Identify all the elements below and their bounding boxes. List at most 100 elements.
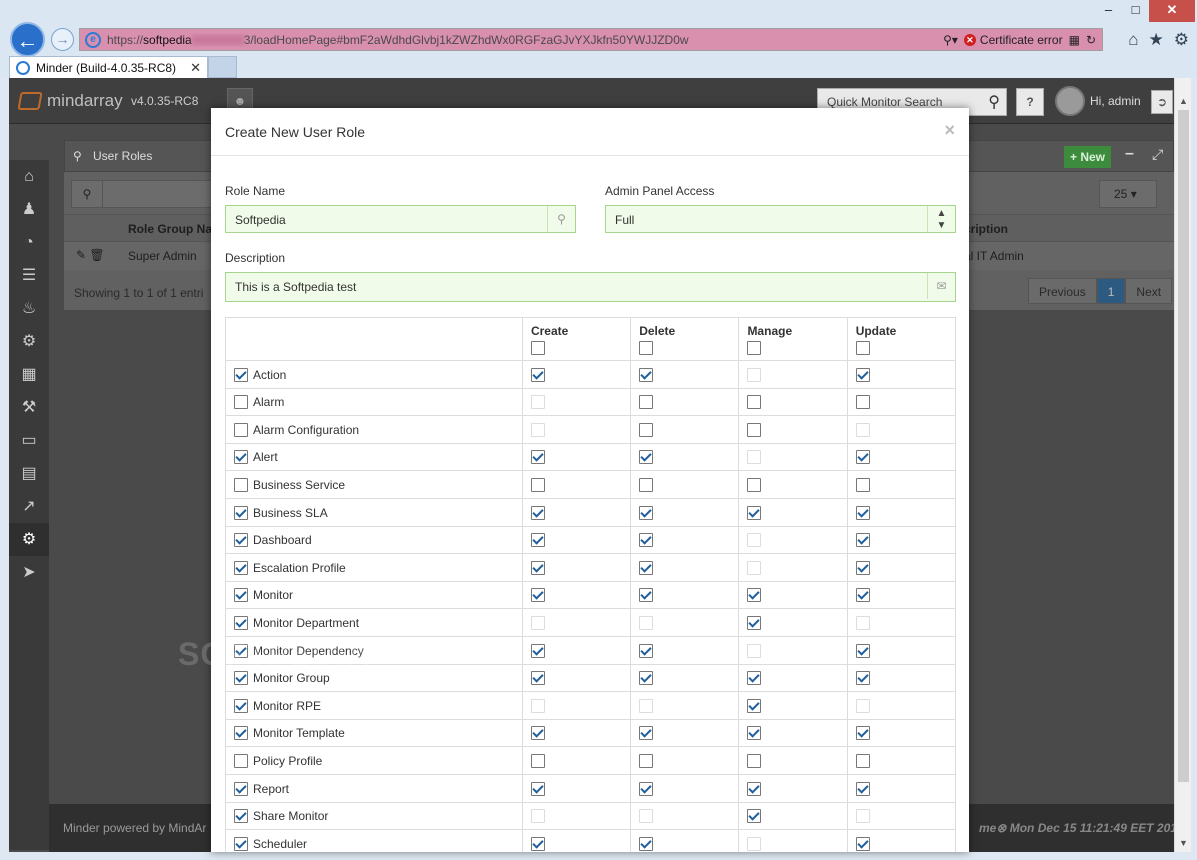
calendar-icon[interactable]: ▤ xyxy=(9,457,49,490)
page-1-button[interactable]: 1 xyxy=(1096,278,1126,304)
description-field[interactable]: This is a Softpedia test ✉ xyxy=(225,272,956,302)
update-checkbox[interactable] xyxy=(855,450,870,465)
create-checkbox[interactable] xyxy=(530,643,545,658)
create-checkbox[interactable] xyxy=(530,781,545,796)
minimize-panel-icon[interactable]: – xyxy=(1125,145,1134,163)
delete-checkbox[interactable] xyxy=(639,533,654,548)
permission-row-checkbox[interactable] xyxy=(234,754,248,769)
settings-gear-icon[interactable]: ⚙ xyxy=(1174,30,1189,50)
calculator-icon[interactable]: ▦ xyxy=(9,358,49,391)
gear-icon[interactable]: ⚙ xyxy=(9,325,49,358)
create-checkbox[interactable] xyxy=(530,560,545,575)
select-all-delete-checkbox[interactable] xyxy=(639,341,654,355)
minimize-button[interactable]: – xyxy=(1095,0,1122,22)
permission-row-checkbox[interactable] xyxy=(234,422,248,437)
new-button[interactable]: + New xyxy=(1064,146,1111,168)
page-scrollbar[interactable]: ▲ ▼ xyxy=(1174,78,1191,852)
permission-row-checkbox[interactable] xyxy=(234,726,248,741)
manage-checkbox[interactable] xyxy=(747,422,762,437)
col-role-group[interactable]: Role Group Nam xyxy=(128,222,223,236)
permission-row-checkbox[interactable] xyxy=(234,395,248,410)
create-checkbox[interactable] xyxy=(530,836,545,851)
search-icon[interactable]: ⚲▾ xyxy=(943,33,958,47)
update-checkbox[interactable] xyxy=(855,781,870,796)
update-checkbox[interactable] xyxy=(855,478,870,493)
delete-checkbox[interactable] xyxy=(639,643,654,658)
chart-icon[interactable]: ↗ xyxy=(9,490,49,523)
manage-checkbox[interactable] xyxy=(747,588,762,603)
page-size-select[interactable]: 25 ▾ xyxy=(1099,180,1157,208)
dashboard-gauge-icon[interactable]: ◔ xyxy=(9,226,49,259)
create-checkbox[interactable] xyxy=(530,671,545,686)
favorites-star-icon[interactable]: ★ xyxy=(1149,30,1164,50)
tab-close-icon[interactable]: ✕ xyxy=(190,60,201,76)
arrow-right-circle-icon[interactable]: ➤ xyxy=(9,556,49,589)
browser-tab[interactable]: Minder (Build-4.0.35-RC8) ✕ xyxy=(9,56,208,78)
update-checkbox[interactable] xyxy=(855,533,870,548)
manage-checkbox[interactable] xyxy=(747,698,762,713)
maximize-button[interactable]: □ xyxy=(1122,0,1149,22)
create-checkbox[interactable] xyxy=(530,754,545,769)
permission-row-checkbox[interactable] xyxy=(234,781,248,796)
delete-icon[interactable]: 🗑 xyxy=(89,248,104,262)
table-search-input[interactable] xyxy=(102,180,222,208)
update-checkbox[interactable] xyxy=(855,395,870,410)
close-window-button[interactable]: ✕ xyxy=(1149,0,1195,22)
delete-checkbox[interactable] xyxy=(639,671,654,686)
manage-checkbox[interactable] xyxy=(747,505,762,520)
delete-checkbox[interactable] xyxy=(639,422,654,437)
manage-checkbox[interactable] xyxy=(747,671,762,686)
manage-checkbox[interactable] xyxy=(747,616,762,631)
delete-checkbox[interactable] xyxy=(639,367,654,382)
manage-checkbox[interactable] xyxy=(747,395,762,410)
permission-row-checkbox[interactable] xyxy=(234,671,248,686)
scroll-thumb[interactable] xyxy=(1178,110,1189,782)
close-icon[interactable]: × xyxy=(944,120,955,141)
delete-checkbox[interactable] xyxy=(639,754,654,769)
create-checkbox[interactable] xyxy=(530,450,545,465)
delete-checkbox[interactable] xyxy=(639,588,654,603)
manage-checkbox[interactable] xyxy=(747,478,762,493)
refresh-icon[interactable]: ↻ xyxy=(1086,33,1096,47)
logout-icon[interactable]: ➲ xyxy=(1151,90,1173,114)
delete-checkbox[interactable] xyxy=(639,505,654,520)
scroll-down-icon[interactable]: ▼ xyxy=(1175,835,1192,852)
update-checkbox[interactable] xyxy=(855,505,870,520)
permission-row-checkbox[interactable] xyxy=(234,588,248,603)
delete-checkbox[interactable] xyxy=(639,395,654,410)
create-checkbox[interactable] xyxy=(530,367,545,382)
manage-checkbox[interactable] xyxy=(747,781,762,796)
update-checkbox[interactable] xyxy=(855,726,870,741)
update-checkbox[interactable] xyxy=(855,367,870,382)
wrench-icon[interactable]: ⚒ xyxy=(9,391,49,424)
home-icon[interactable]: ⌂ xyxy=(9,160,49,193)
select-all-update-checkbox[interactable] xyxy=(855,341,870,355)
manage-checkbox[interactable] xyxy=(747,726,762,741)
create-checkbox[interactable] xyxy=(530,588,545,603)
expand-panel-icon[interactable]: ⤢ xyxy=(1152,146,1163,163)
monitor-icon[interactable]: ▭ xyxy=(9,424,49,457)
manage-checkbox[interactable] xyxy=(747,754,762,769)
address-bar[interactable]: e https://softpedia 3/loadHomePage#bmF2aW… xyxy=(79,28,1103,51)
home-icon[interactable]: ⌂ xyxy=(1128,30,1138,50)
permission-row-checkbox[interactable] xyxy=(234,836,248,851)
search-icon[interactable]: ⚲ xyxy=(71,180,103,208)
permission-row-checkbox[interactable] xyxy=(234,616,248,631)
greeting[interactable]: Hi, admin xyxy=(1090,94,1141,108)
settings-cogs-icon[interactable]: ⚙ xyxy=(9,523,49,556)
manage-checkbox[interactable] xyxy=(747,809,762,824)
topology-icon[interactable]: ☰ xyxy=(9,259,49,292)
back-button[interactable]: ← xyxy=(10,22,45,57)
delete-checkbox[interactable] xyxy=(639,836,654,851)
permission-row-checkbox[interactable] xyxy=(234,478,248,493)
edit-icon[interactable]: ✎ xyxy=(76,248,86,262)
admin-access-select[interactable]: Full ▲ ▼ xyxy=(605,205,956,233)
create-checkbox[interactable] xyxy=(530,726,545,741)
new-tab-button[interactable] xyxy=(208,56,237,78)
update-checkbox[interactable] xyxy=(855,560,870,575)
help-button[interactable]: ? xyxy=(1016,88,1044,116)
delete-checkbox[interactable] xyxy=(639,781,654,796)
permission-row-checkbox[interactable] xyxy=(234,560,248,575)
select-all-create-checkbox[interactable] xyxy=(530,341,545,355)
select-all-manage-checkbox[interactable] xyxy=(747,341,762,355)
